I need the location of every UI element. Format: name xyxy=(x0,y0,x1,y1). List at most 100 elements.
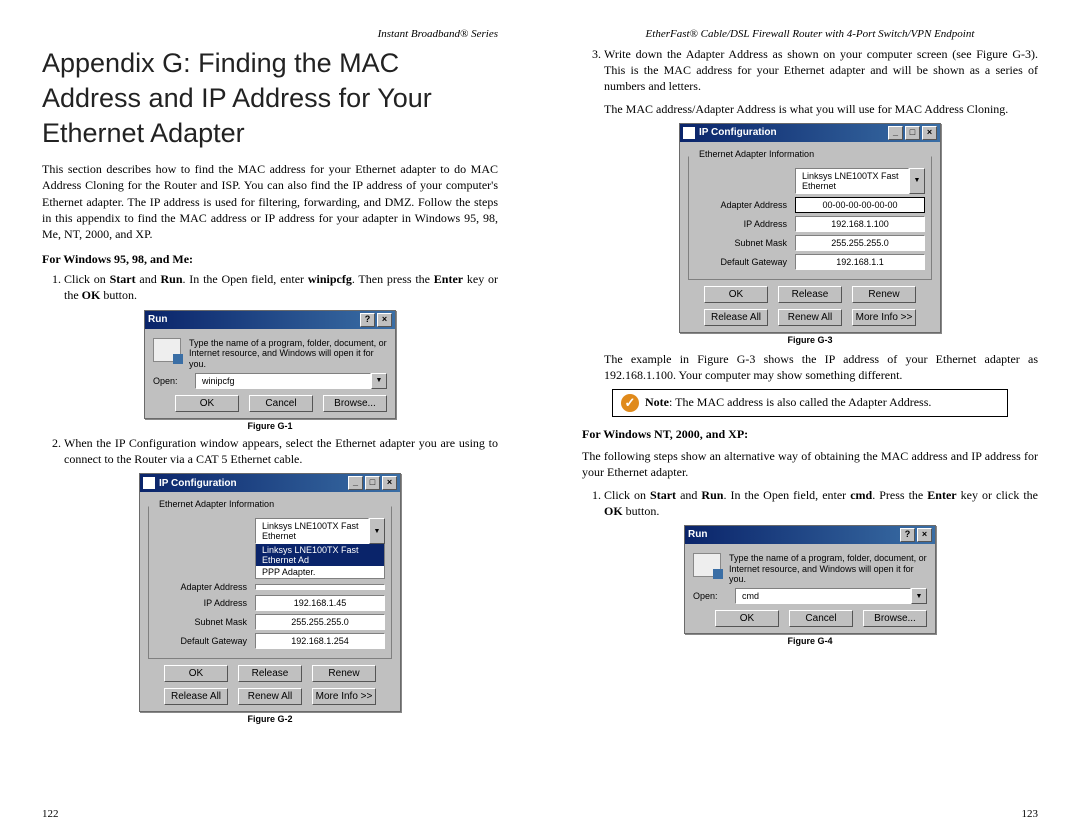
value-adapter-address: 00-00-00-00-00-00 xyxy=(795,197,925,213)
ipcfg-title: IP Configuration xyxy=(699,127,777,138)
ipcfg-titlebar: IP Configuration _ □ × xyxy=(140,474,400,492)
page-number-right: 123 xyxy=(1022,808,1039,820)
release-button[interactable]: Release xyxy=(778,286,842,303)
run-hint: Type the name of a program, folder, docu… xyxy=(721,553,927,585)
ok-button[interactable]: OK xyxy=(164,665,228,682)
more-info-button[interactable]: More Info >> xyxy=(852,309,916,326)
close-icon[interactable]: × xyxy=(917,528,932,542)
maximize-icon[interactable]: □ xyxy=(905,126,920,140)
value-subnet-mask: 255.255.255.0 xyxy=(255,614,385,630)
help-icon[interactable]: ? xyxy=(900,528,915,542)
figure-caption-g4: Figure G-4 xyxy=(582,636,1038,646)
close-icon[interactable]: × xyxy=(382,476,397,490)
maximize-icon[interactable]: □ xyxy=(365,476,380,490)
cancel-button[interactable]: Cancel xyxy=(249,395,313,412)
minimize-icon[interactable]: _ xyxy=(888,126,903,140)
run-titlebar: Run ? × xyxy=(145,311,395,329)
renew-all-button[interactable]: Renew All xyxy=(238,688,302,705)
value-default-gateway: 192.168.1.254 xyxy=(255,633,385,649)
open-label: Open: xyxy=(693,591,735,601)
value-ip-address: 192.168.1.45 xyxy=(255,595,385,611)
run-hint: Type the name of a program, folder, docu… xyxy=(181,338,387,370)
label-default-gateway: Default Gateway xyxy=(695,257,795,267)
ipcfg-icon xyxy=(143,477,155,489)
browse-button[interactable]: Browse... xyxy=(323,395,387,412)
steps-right-3: Write down the Adapter Address as shown … xyxy=(582,46,1038,95)
label-ip-address: IP Address xyxy=(695,219,795,229)
appendix-title: Appendix G: Finding the MAC Address and … xyxy=(42,46,498,151)
adapter-option-ppp[interactable]: PPP Adapter. xyxy=(256,566,384,578)
renew-button[interactable]: Renew xyxy=(312,665,376,682)
renew-all-button[interactable]: Renew All xyxy=(778,309,842,326)
browse-button[interactable]: Browse... xyxy=(863,610,927,627)
label-ip-address: IP Address xyxy=(155,598,255,608)
step-2: When the IP Configuration window appears… xyxy=(64,435,498,467)
step-1-nt: Click on Start and Run. In the Open fiel… xyxy=(604,487,1038,519)
close-icon[interactable]: × xyxy=(922,126,937,140)
steps-win9x-2: When the IP Configuration window appears… xyxy=(42,435,498,467)
ipcfg-icon xyxy=(683,127,695,139)
run-dialog-g1: Run ? × Type the name of a program, fold… xyxy=(144,310,396,419)
value-ip-address: 192.168.1.100 xyxy=(795,216,925,232)
steps-winnt: Click on Start and Run. In the Open fiel… xyxy=(582,487,1038,519)
figure-caption-g1: Figure G-1 xyxy=(42,421,498,431)
open-input[interactable]: cmd xyxy=(735,588,911,604)
value-default-gateway: 192.168.1.1 xyxy=(795,254,925,270)
chevron-down-icon[interactable]: ▼ xyxy=(371,373,387,389)
chevron-down-icon[interactable]: ▼ xyxy=(911,588,927,604)
open-input[interactable]: winipcfg xyxy=(195,373,371,389)
figure-caption-g2: Figure G-2 xyxy=(42,714,498,724)
ipconfig-dialog-g3: IP Configuration _ □ × Linksys LNE100TX … xyxy=(679,123,941,333)
release-all-button[interactable]: Release All xyxy=(164,688,228,705)
label-subnet-mask: Subnet Mask xyxy=(155,617,255,627)
release-button[interactable]: Release xyxy=(238,665,302,682)
help-icon[interactable]: ? xyxy=(360,313,375,327)
step-3: Write down the Adapter Address as shown … xyxy=(604,46,1038,95)
label-adapter-address: Adapter Address xyxy=(695,200,795,210)
cancel-button[interactable]: Cancel xyxy=(789,610,853,627)
release-all-button[interactable]: Release All xyxy=(704,309,768,326)
subhead-winnt: For Windows NT, 2000, and XP: xyxy=(582,427,1038,442)
value-adapter-address xyxy=(255,584,385,590)
close-icon[interactable]: × xyxy=(377,313,392,327)
example-paragraph: The example in Figure G-3 shows the IP a… xyxy=(582,351,1038,383)
note-box: ✓ Note: The MAC address is also called t… xyxy=(612,389,1008,417)
label-subnet-mask: Subnet Mask xyxy=(695,238,795,248)
label-default-gateway: Default Gateway xyxy=(155,636,255,646)
figure-caption-g3: Figure G-3 xyxy=(582,335,1038,345)
ok-button[interactable]: OK xyxy=(704,286,768,303)
run-titlebar: Run ? × xyxy=(685,526,935,544)
adapter-combo[interactable]: Linksys LNE100TX Fast Ethernet xyxy=(255,518,369,544)
page-123: EtherFast® Cable/DSL Firewall Router wit… xyxy=(540,0,1080,834)
running-header-left: Instant Broadband® Series xyxy=(42,28,498,40)
running-header-right: EtherFast® Cable/DSL Firewall Router wit… xyxy=(582,28,1038,40)
open-label: Open: xyxy=(153,376,195,386)
ipcfg-title: IP Configuration xyxy=(159,478,237,489)
page-number-left: 122 xyxy=(42,808,59,820)
more-info-button[interactable]: More Info >> xyxy=(312,688,376,705)
run-title: Run xyxy=(688,529,707,540)
step-1: Click on Start and Run. In the Open fiel… xyxy=(64,271,498,303)
run-title: Run xyxy=(148,314,167,325)
run-icon xyxy=(153,338,181,362)
run-dialog-g4: Run ? × Type the name of a program, fold… xyxy=(684,525,936,634)
adapter-groupbox: Linksys LNE100TX Fast Ethernet ▼ Adapter… xyxy=(688,156,932,280)
adapter-dropdown[interactable]: Linksys LNE100TX Fast Ethernet Ad PPP Ad… xyxy=(255,543,385,579)
intro-paragraph: This section describes how to find the M… xyxy=(42,161,498,242)
adapter-groupbox: Linksys LNE100TX Fast Ethernet ▼ Linksys… xyxy=(148,506,392,659)
label-adapter-address: Adapter Address xyxy=(155,582,255,592)
chevron-down-icon[interactable]: ▼ xyxy=(369,518,385,544)
ok-button[interactable]: OK xyxy=(715,610,779,627)
renew-button[interactable]: Renew xyxy=(852,286,916,303)
minimize-icon[interactable]: _ xyxy=(348,476,363,490)
ipconfig-dialog-g2: IP Configuration _ □ × Linksys LNE100TX … xyxy=(139,473,401,712)
subhead-win9x: For Windows 95, 98, and Me: xyxy=(42,252,498,267)
adapter-option-selected[interactable]: Linksys LNE100TX Fast Ethernet Ad xyxy=(256,544,384,566)
clone-paragraph: The MAC address/Adapter Address is what … xyxy=(582,101,1038,117)
ok-button[interactable]: OK xyxy=(175,395,239,412)
chevron-down-icon[interactable]: ▼ xyxy=(909,168,925,194)
page-122: Instant Broadband® Series Appendix G: Fi… xyxy=(0,0,540,834)
adapter-combo[interactable]: Linksys LNE100TX Fast Ethernet xyxy=(795,168,909,194)
check-icon: ✓ xyxy=(621,394,639,412)
alt-steps-paragraph: The following steps show an alternative … xyxy=(582,448,1038,480)
